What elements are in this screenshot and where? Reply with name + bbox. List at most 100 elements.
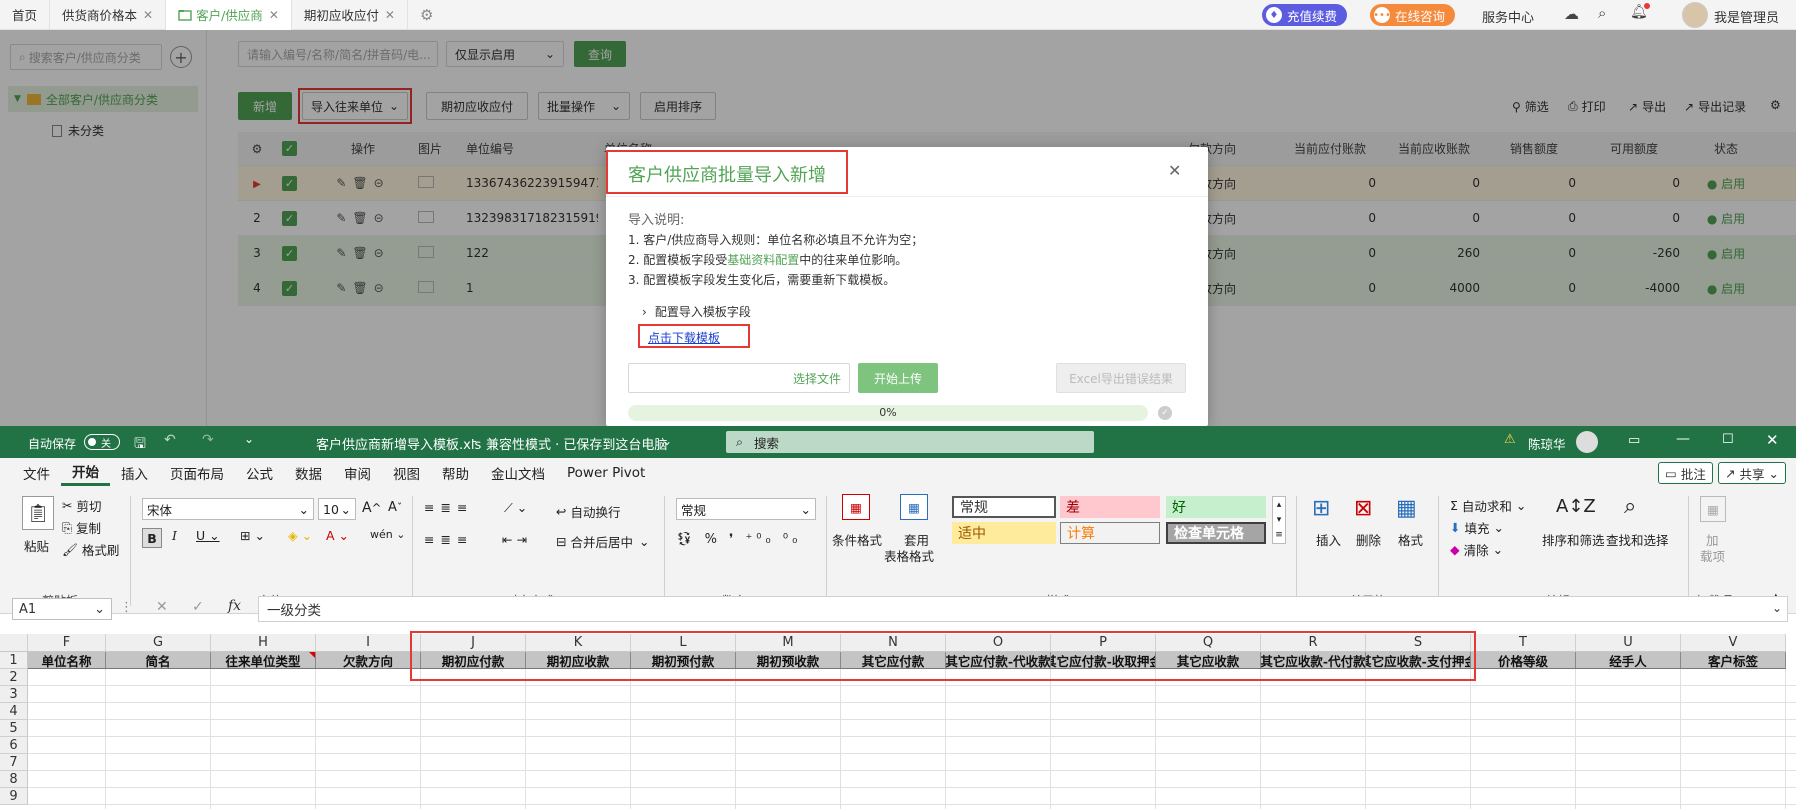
excel-search-input[interactable]: ⌕ 搜索 [726,431,1094,453]
style-normal[interactable]: 常规 [952,496,1056,518]
horizontal-align-icons[interactable]: ≡≣≡ [424,532,473,547]
conditional-format-button[interactable]: 条件格式 [832,530,882,549]
header-cell[interactable]: 欠款方向 [316,652,421,669]
row-header[interactable]: 7 [0,754,28,771]
confirm-formula-icon[interactable]: ✓ [192,599,204,615]
addins-icon[interactable]: ▦ [1700,496,1726,522]
share-button[interactable]: ↗ 共享 ⌄ [1718,462,1786,484]
format-painter-button[interactable]: 🖌︎ 格式刷 [62,540,119,559]
tab-home[interactable]: 首页 [0,0,51,30]
merge-center-button[interactable]: ⊟ 合并后居中 ⌄ [556,532,649,551]
menu-insert[interactable]: 插入 [110,463,159,483]
quick-access-icon[interactable]: ⌄ [244,432,254,446]
table-format-icon[interactable]: ▦ [900,494,928,520]
number-format-icons[interactable]: 💱︎ % ❜ ⁺⁰₀ ⁰₀ [676,532,801,547]
bold-icon[interactable]: B [142,528,162,548]
font-color-icon[interactable]: A ⌄ [326,528,349,543]
copy-button[interactable]: ⎘ 复制 [62,518,101,537]
undo-icon[interactable]: ↶ [164,432,176,448]
tab-opening-balance[interactable]: 期初应收应付 ✕ [292,0,408,30]
vertical-align-icons[interactable]: ≡≣≡ [424,500,473,515]
redo-icon[interactable]: ↷ [202,432,214,448]
row-header[interactable]: 1 [0,652,28,669]
autosum-button[interactable]: Σ 自动求和 ⌄ [1450,496,1526,515]
header-cell[interactable]: 客户标签 [1681,652,1786,669]
close-icon[interactable]: ✕ [385,8,395,22]
style-neutral[interactable]: 适中 [952,522,1056,544]
paste-icon[interactable]: 📋︎ [22,496,54,530]
format-cells-button[interactable]: 格式 [1398,530,1423,549]
search-icon[interactable]: ⌕ [1598,4,1606,22]
column-header[interactable]: I [316,634,421,652]
font-name-select[interactable]: 宋体 ⌄ [142,498,314,520]
row-header[interactable]: 6 [0,737,28,754]
menu-home[interactable]: 开始 [61,461,110,486]
underline-icon[interactable]: U ⌄ [196,528,220,543]
row-header[interactable]: 5 [0,720,28,737]
menu-file[interactable]: 文件 [12,463,61,483]
menu-view[interactable]: 视图 [382,463,431,483]
column-header[interactable]: T [1471,634,1576,652]
grow-font-icon[interactable]: A ^ [362,500,381,516]
close-icon[interactable]: ✕ [269,8,279,22]
sort-filter-button[interactable]: 排序和筛选 [1542,530,1605,549]
recharge-button[interactable]: ♦ 充值续费 [1262,4,1348,26]
close-window-icon[interactable]: ✕ [1766,431,1779,449]
minimize-icon[interactable]: — [1676,431,1690,447]
column-header[interactable]: G [106,634,211,652]
maximize-icon[interactable]: ☐ [1722,432,1734,447]
shrink-font-icon[interactable]: Aˇ [388,500,402,515]
conditional-format-icon[interactable]: ▦ [842,494,870,520]
column-header[interactable]: F [28,634,106,652]
fill-button[interactable]: ⬇ 填充 ⌄ [1450,518,1504,537]
row-header[interactable]: 3 [0,686,28,703]
find-icon[interactable]: ⌕ [1624,494,1636,519]
style-calc[interactable]: 计算 [1060,522,1160,544]
menu-kdocs[interactable]: 金山文档 [480,463,556,483]
orientation-icon[interactable]: ⟋ ⌄ [504,500,527,516]
menu-review[interactable]: 审阅 [333,463,382,483]
header-cell[interactable]: 价格等级 [1471,652,1576,669]
select-all-corner[interactable] [0,634,28,652]
cut-button[interactable]: ✂ 剪切 [62,496,102,515]
borders-icon[interactable]: ⊞ ⌄ [240,528,265,543]
row-header[interactable]: 2 [0,669,28,686]
addins-button-line2[interactable]: 载项 [1700,546,1725,565]
italic-icon[interactable]: I [172,528,177,543]
close-icon[interactable]: ✕ [1168,161,1181,180]
chevron-down-icon[interactable]: ⌄ [1772,601,1782,615]
delete-cells-button[interactable]: 删除 [1356,530,1381,549]
wrap-text-button[interactable]: ↩ 自动换行 [556,502,621,521]
sort-filter-icon[interactable]: A↕Z [1556,496,1596,517]
styles-scroll[interactable]: ▴ ▾ ≡ [1272,496,1286,544]
insert-cells-button[interactable]: 插入 [1316,530,1341,549]
indent-icons[interactable]: ⇤⇥ [502,532,531,547]
column-header[interactable]: U [1576,634,1681,652]
service-center-link[interactable]: 服务中心 [1482,7,1534,26]
close-icon[interactable]: ✕ [143,8,153,22]
header-cell[interactable]: 简名 [106,652,211,669]
avatar[interactable] [1682,2,1708,28]
fill-color-icon[interactable]: ◈ ⌄ [288,528,312,543]
header-cell[interactable]: 单位名称 [28,652,106,669]
column-header[interactable]: V [1681,634,1786,652]
user-name[interactable]: 我是管理员 [1714,7,1779,26]
cancel-formula-icon[interactable]: ✕ [156,599,168,615]
table-format-button-line2[interactable]: 表格格式 [884,546,934,565]
menu-page-layout[interactable]: 页面布局 [159,463,235,483]
consult-button[interactable]: ••• 在线咨询 [1370,4,1456,26]
column-header[interactable]: H [211,634,316,652]
cloud-download-icon[interactable]: ☁ [1564,5,1579,23]
tab-customer-supplier[interactable]: 客户/供应商 ✕ [166,0,292,30]
delete-cells-icon[interactable]: ⊠ [1354,496,1372,521]
header-cell[interactable]: 经手人 [1576,652,1681,669]
menu-formulas[interactable]: 公式 [235,463,284,483]
number-format-select[interactable]: 常规 ⌄ [676,498,816,520]
start-upload-button[interactable]: 开始上传 [858,363,938,393]
ribbon-display-icon[interactable]: ▭ [1628,433,1640,448]
style-check-cell[interactable]: 检查单元格 [1166,522,1266,544]
file-input[interactable]: 选择文件 [628,363,850,393]
export-errors-button[interactable]: Excel导出错误结果 [1056,363,1186,393]
config-fields-toggle[interactable]: › 配置导入模板字段 [642,303,751,320]
formula-input[interactable]: 一级分类 [258,596,1788,622]
